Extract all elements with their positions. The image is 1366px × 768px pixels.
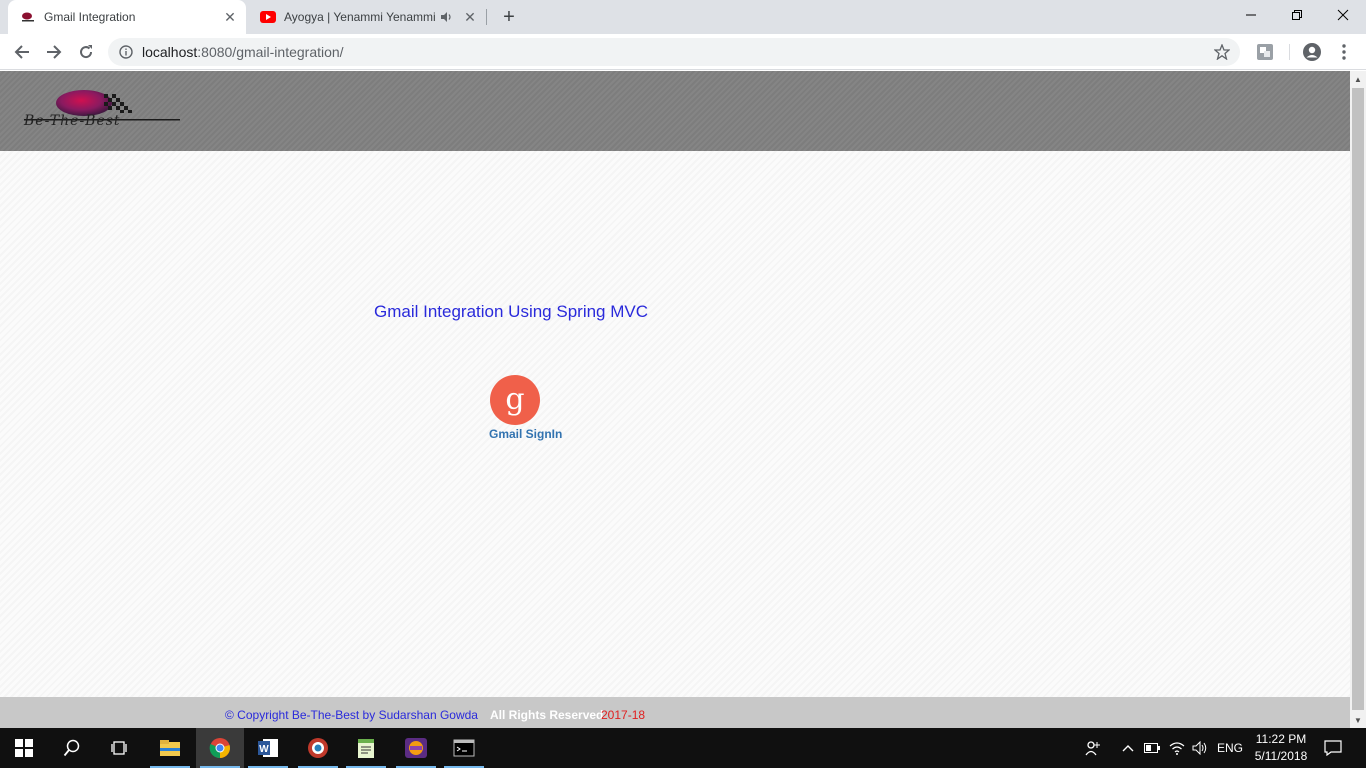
tab-title: Ayogya | Yenammi Yenammi bbox=[284, 10, 436, 24]
arrow-left-icon bbox=[14, 45, 29, 59]
task-view-button[interactable] bbox=[96, 728, 144, 768]
word-icon: W bbox=[258, 739, 278, 757]
toolbar-separator bbox=[1289, 44, 1290, 60]
rights-text: All Rights Reserved bbox=[490, 708, 604, 722]
page-title: Gmail Integration Using Spring MVC bbox=[374, 302, 649, 321]
file-explorer-button[interactable] bbox=[146, 728, 194, 768]
chrome-icon bbox=[209, 738, 230, 759]
language-indicator[interactable]: ENG bbox=[1214, 728, 1246, 768]
chrome-button[interactable] bbox=[196, 728, 244, 768]
info-icon[interactable] bbox=[118, 44, 134, 60]
extension-icon bbox=[1257, 44, 1273, 60]
menu-button[interactable] bbox=[1330, 38, 1358, 66]
tab-close-icon[interactable]: ✕ bbox=[460, 7, 480, 27]
folder-icon bbox=[160, 740, 180, 756]
bookmark-star-icon[interactable] bbox=[1213, 43, 1231, 61]
profile-button[interactable] bbox=[1298, 38, 1326, 66]
svg-text:W: W bbox=[259, 744, 269, 755]
reload-button[interactable] bbox=[72, 38, 100, 66]
forward-button[interactable] bbox=[40, 38, 68, 66]
volume-icon bbox=[1192, 741, 1207, 755]
scroll-thumb[interactable] bbox=[1352, 88, 1364, 710]
word-button[interactable]: W bbox=[244, 728, 292, 768]
start-button[interactable] bbox=[0, 728, 48, 768]
clock-date: 5/11/2018 bbox=[1254, 749, 1308, 763]
reload-icon bbox=[80, 45, 93, 59]
page-scrollbar[interactable]: ▲ ▼ bbox=[1350, 71, 1366, 728]
restore-button[interactable] bbox=[1274, 0, 1320, 30]
extension-button[interactable] bbox=[1251, 38, 1279, 66]
app-red-icon bbox=[308, 738, 328, 758]
site-footer: © Copyright Be-The-Best by Sudarshan Gow… bbox=[0, 697, 1350, 728]
search-icon bbox=[63, 739, 80, 757]
notepad-plus-button[interactable] bbox=[342, 728, 390, 768]
tab-close-icon[interactable]: ✕ bbox=[220, 7, 240, 27]
app-games-button[interactable] bbox=[392, 728, 440, 768]
wifi-icon bbox=[1169, 742, 1185, 755]
back-button[interactable] bbox=[8, 38, 36, 66]
address-bar[interactable]: localhost:8080/gmail-integration/ bbox=[108, 38, 1240, 66]
arrow-right-icon bbox=[47, 45, 62, 59]
task-view-icon bbox=[111, 741, 127, 755]
battery-button[interactable] bbox=[1141, 728, 1163, 768]
windows-taskbar: W ENG 11:22 PM 5/11/2018 bbox=[0, 728, 1366, 768]
restore-icon bbox=[1292, 10, 1302, 20]
battery-icon bbox=[1144, 743, 1160, 753]
windows-logo-icon bbox=[15, 739, 33, 757]
site-logo[interactable]: Be-The-Best bbox=[22, 89, 182, 129]
logo-text: Be-The-Best bbox=[24, 113, 121, 129]
terminal-icon bbox=[453, 739, 475, 757]
search-button[interactable] bbox=[48, 728, 96, 768]
clock-time: 11:22 PM bbox=[1255, 732, 1307, 746]
gmail-signin-button[interactable]: g bbox=[490, 375, 540, 425]
clock[interactable]: 11:22 PM 5/11/2018 bbox=[1246, 731, 1316, 765]
tab-title: Gmail Integration bbox=[44, 10, 136, 24]
people-button[interactable] bbox=[1080, 728, 1106, 768]
close-icon bbox=[1337, 9, 1349, 21]
app-games-icon bbox=[405, 738, 427, 758]
be-the-best-favicon-icon bbox=[20, 9, 36, 25]
new-tab-button[interactable]: + bbox=[497, 5, 521, 29]
tab-strip: Gmail Integration ✕ Ayogya | Yenammi Yen… bbox=[0, 0, 1366, 34]
scroll-down-icon[interactable]: ▼ bbox=[1350, 712, 1366, 728]
chevron-up-icon bbox=[1122, 745, 1134, 752]
volume-button[interactable] bbox=[1189, 728, 1211, 768]
terminal-button[interactable] bbox=[440, 728, 488, 768]
scroll-up-icon[interactable]: ▲ bbox=[1350, 71, 1366, 87]
tab-separator bbox=[486, 9, 487, 25]
show-hidden-icons-button[interactable] bbox=[1118, 728, 1138, 768]
tab-youtube[interactable]: Ayogya | Yenammi Yenammi ✕ bbox=[250, 0, 486, 34]
url-path: :8080/gmail-integration/ bbox=[197, 44, 344, 60]
main-content: Gmail Integration Using Spring MVC g Gma… bbox=[0, 151, 1350, 697]
page-viewport: Be-The-Best Gmail Integration Using Spri… bbox=[0, 71, 1350, 728]
url-text: localhost:8080/gmail-integration/ bbox=[142, 44, 344, 60]
minimize-button[interactable] bbox=[1228, 0, 1274, 30]
action-center-button[interactable] bbox=[1318, 728, 1348, 768]
site-header: Be-The-Best bbox=[0, 71, 1350, 151]
tab-gmail-integration[interactable]: Gmail Integration ✕ bbox=[8, 0, 246, 34]
years-text: 2017-18 bbox=[601, 708, 646, 722]
speaker-icon[interactable] bbox=[438, 9, 454, 25]
copyright-text: © Copyright Be-The-Best by Sudarshan Gow… bbox=[225, 708, 478, 722]
minimize-icon bbox=[1246, 14, 1256, 16]
gmail-signin-link[interactable]: Gmail SignIn bbox=[489, 427, 562, 441]
network-button[interactable] bbox=[1166, 728, 1188, 768]
close-window-button[interactable] bbox=[1320, 0, 1366, 30]
google-g-icon: g bbox=[505, 382, 525, 417]
notification-icon bbox=[1324, 740, 1342, 756]
notepad-icon bbox=[358, 739, 374, 758]
youtube-icon bbox=[260, 9, 276, 25]
people-icon bbox=[1085, 741, 1100, 756]
url-host: localhost bbox=[142, 44, 198, 60]
account-circle-icon bbox=[1303, 43, 1321, 61]
kebab-menu-icon bbox=[1342, 44, 1346, 60]
app-red-button[interactable] bbox=[294, 728, 342, 768]
browser-toolbar: localhost:8080/gmail-integration/ bbox=[0, 34, 1366, 70]
